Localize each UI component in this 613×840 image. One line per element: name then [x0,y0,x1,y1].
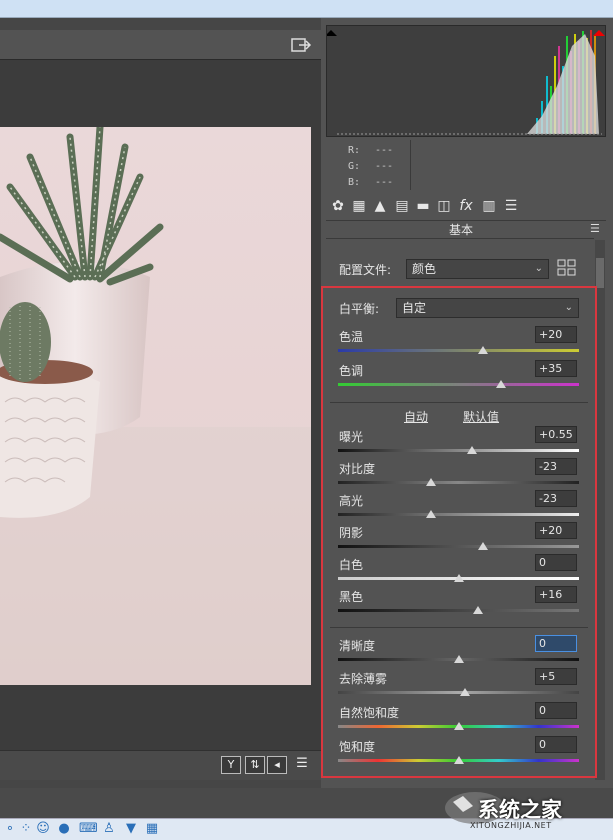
slider-value-input[interactable]: +5 [535,668,577,685]
sliders-icon[interactable]: ☰ [502,196,520,216]
slider-value-input[interactable]: -23 [535,458,577,475]
slider-thumb[interactable] [425,510,436,518]
shirt-icon[interactable]: ▼ [123,820,139,837]
slider-thumb[interactable] [472,606,483,614]
histogram [325,25,606,137]
slider-track[interactable] [338,349,579,352]
mic-icon[interactable]: ● [56,820,72,837]
half-icon[interactable]: ▬ [414,196,432,216]
r-label: R: [348,145,361,156]
split-tone-icon[interactable]: ▤ [393,196,411,216]
slider-thumb[interactable] [495,380,506,388]
slider-label: 阴影 [339,526,364,540]
keyboard-icon[interactable]: ⌨ [79,820,98,837]
b-label: B: [348,177,361,188]
slider-thumb[interactable] [477,346,488,354]
slider-label: 色调 [339,364,364,378]
slider-value-input[interactable]: +16 [535,586,577,603]
panel-scrollbar-thumb[interactable] [596,258,604,288]
slider-label: 曝光 [339,430,364,444]
slider-value-input[interactable]: +20 [535,522,577,539]
slider-track[interactable] [338,545,579,548]
panel-menu-icon[interactable]: ☰ [590,223,604,235]
slider-label: 去除薄雾 [339,672,388,686]
panel-tabs: ✿ ▦ ▲ ▤ ▬ ◫ fx ▥ ☰ [326,196,608,220]
aperture-icon[interactable]: ✿ [329,196,347,216]
slider-label: 色温 [339,330,364,344]
copy-settings-button[interactable]: ◂ [267,756,287,774]
profile-browser-icon[interactable] [557,259,577,277]
slider-thumb[interactable] [453,574,464,582]
slider-thumb[interactable] [453,722,464,730]
slider-label: 清晰度 [339,639,376,653]
export-icon[interactable] [290,36,312,54]
slider-track[interactable] [338,609,579,612]
slider-track[interactable] [338,691,579,694]
preview-photo [0,127,311,685]
profile-label: 配置文件: [339,263,392,277]
slider-thumb[interactable] [453,655,464,663]
slider-thumb[interactable] [477,542,488,550]
slider-value-input[interactable]: 0 [535,702,577,719]
slider-label: 高光 [339,494,364,508]
slider-track[interactable] [338,383,579,386]
dots-icon[interactable]: ∘ [2,820,18,837]
slider-track[interactable] [338,449,579,452]
profile-value: 颜色 [412,262,437,276]
slider-label: 黑色 [339,590,364,604]
slider-value-input[interactable]: +20 [535,326,577,343]
slider-label: 自然饱和度 [339,706,400,720]
slider-label: 白色 [339,558,364,572]
user-icon[interactable]: ♙ [101,820,117,837]
slider-thumb[interactable] [466,446,477,454]
fx-icon[interactable]: fx [457,196,475,216]
slider-thumb[interactable] [453,756,464,764]
slider-value-input[interactable]: 0 [535,736,577,753]
slider-label: 对比度 [339,462,376,476]
smile-icon[interactable]: ☺ [35,820,51,837]
r-value: --- [375,145,394,156]
slider-value-input[interactable]: 0 [535,635,577,652]
panel-title: 基本 [448,223,473,237]
watermark-text: 系统之家 [478,798,562,822]
grid-icon[interactable]: ▦ [350,196,368,216]
slider-value-input[interactable]: +0.55 [535,426,577,443]
mountain-icon[interactable]: ▲ [371,196,389,216]
slider-value-input[interactable]: +35 [535,360,577,377]
slider-value-input[interactable]: -23 [535,490,577,507]
slider-thumb[interactable] [425,478,436,486]
slider-label: 饱和度 [339,740,376,754]
film-icon[interactable]: ▥ [480,196,498,216]
slider-track[interactable] [338,513,579,516]
readout-divider [410,140,411,190]
window-top-strip [0,0,613,18]
preview-settings-icon[interactable]: ☰ [291,756,313,774]
b-value: --- [375,177,394,188]
before-after-y-button[interactable]: Y [221,756,241,774]
g-value: --- [375,161,394,172]
preview-header [0,30,321,60]
slider-value-input[interactable]: 0 [535,554,577,571]
watermark-subtext: XITONGZHIJIA.NET [470,821,552,830]
profile-dropdown[interactable]: 颜色 ⌄ [406,259,549,279]
g-label: G: [348,161,361,172]
dots-icon[interactable]: ⁘ [18,820,34,837]
swap-settings-button[interactable]: ⇅ [245,756,265,774]
lens-icon[interactable]: ◫ [435,196,453,216]
slider-thumb[interactable] [459,688,470,696]
chevron-down-icon: ⌄ [534,263,543,274]
grid-apps-icon[interactable]: ▦ [144,820,160,837]
slider-track[interactable] [338,481,579,484]
